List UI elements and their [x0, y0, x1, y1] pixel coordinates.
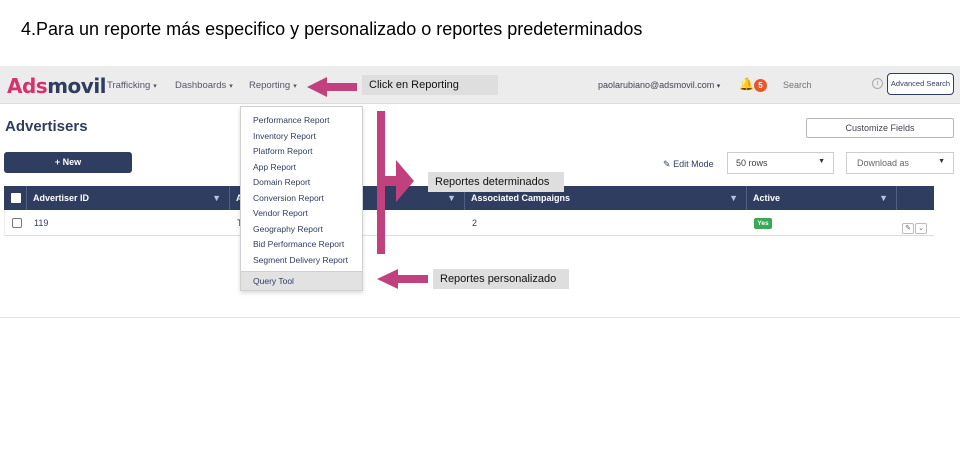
nav-dashboards-label: Dashboards	[175, 80, 227, 91]
cell-associated-campaigns: 2	[472, 218, 478, 228]
menu-item-segment-delivery-report[interactable]: Segment Delivery Report	[253, 255, 348, 265]
edit-icon[interactable]: ✎	[902, 223, 914, 234]
filter-icon[interactable]: ▼	[729, 186, 738, 210]
menu-item-geography-report[interactable]: Geography Report	[253, 224, 323, 234]
download-select-value: Download as	[857, 158, 910, 168]
nav-reporting[interactable]: Reporting ▾	[249, 80, 297, 91]
cell-advertiser-id[interactable]: 119	[28, 210, 48, 236]
menu-item-platform-report[interactable]: Platform Report	[253, 146, 313, 156]
bell-icon[interactable]: 🔔	[739, 77, 754, 91]
caret-down-icon: ▼	[938, 158, 945, 165]
filter-icon[interactable]: ▼	[212, 186, 221, 210]
column-advertiser-id[interactable]: Advertiser ID ▼	[27, 186, 230, 210]
pencil-icon: ✎	[663, 159, 671, 169]
menu-item-query-tool[interactable]: Query Tool	[241, 272, 362, 290]
nav-dashboards[interactable]: Dashboards ▾	[175, 80, 233, 91]
menu-item-bid-performance-report[interactable]: Bid Performance Report	[253, 239, 344, 249]
rows-select-value: 50 rows	[736, 158, 768, 168]
row-checkbox[interactable]	[12, 218, 22, 228]
reporting-dropdown-menu: Performance Report Inventory Report Plat…	[240, 106, 363, 291]
row-actions: ✎ ⌄	[902, 217, 928, 235]
caret-down-icon: ▾	[229, 83, 233, 90]
nav-reporting-label: Reporting	[249, 80, 291, 91]
active-status-badge: Yes	[754, 218, 772, 229]
logo-part-ads: Ads	[7, 74, 48, 98]
filter-icon[interactable]: ▼	[879, 186, 888, 210]
caret-down-icon: ▾	[716, 83, 721, 90]
table-row[interactable]: 119 T 2 Yes ✎⌄	[4, 210, 934, 236]
new-button[interactable]: + New	[4, 152, 132, 173]
menu-item-vendor-report[interactable]: Vendor Report	[253, 208, 308, 218]
user-email: paolarubiano@adsmovil.com	[598, 80, 715, 90]
customize-fields-button[interactable]: Customize Fields	[806, 118, 954, 138]
download-as-select[interactable]: Download as ▼	[846, 152, 954, 174]
adsmovil-logo[interactable]: Adsmovil	[7, 74, 107, 98]
menu-item-performance-report[interactable]: Performance Report	[253, 115, 330, 125]
page-title: Advertisers	[5, 118, 88, 135]
select-all-cell	[4, 186, 27, 210]
notification-badge: 5	[754, 79, 767, 92]
info-icon[interactable]: i	[872, 78, 883, 89]
logo-part-movil: movil	[47, 74, 107, 98]
edit-mode-button[interactable]: ✎ Edit Mode	[663, 159, 714, 170]
slide-title: 4.Para un reporte más especifico y perso…	[21, 19, 643, 39]
menu-item-app-report[interactable]: App Report	[253, 162, 296, 172]
user-menu[interactable]: paolarubiano@adsmovil.com ▾	[598, 80, 720, 90]
search-input[interactable]	[779, 75, 879, 95]
edit-mode-label: Edit Mode	[673, 159, 714, 169]
column-active[interactable]: Active ▼	[747, 186, 897, 210]
nav-trafficking[interactable]: Trafficking ▾	[107, 80, 157, 91]
caret-down-icon: ▼	[818, 158, 825, 165]
nav-trafficking-label: Trafficking	[107, 80, 151, 91]
page-divider	[0, 317, 960, 318]
chevron-down-icon[interactable]: ⌄	[915, 223, 927, 234]
callout-click-reporting: Click en Reporting	[362, 75, 498, 95]
column-label: Advertiser ID	[33, 193, 90, 203]
column-label: Active	[753, 193, 781, 203]
advanced-search-button[interactable]: Advanced Search	[887, 73, 954, 95]
callout-predetermined-reports: Reportes determinados	[428, 172, 564, 192]
caret-down-icon: ▾	[153, 83, 157, 90]
select-all-checkbox[interactable]	[11, 193, 21, 203]
menu-item-inventory-report[interactable]: Inventory Report	[253, 131, 316, 141]
caret-down-icon: ▾	[293, 83, 297, 90]
rows-per-page-select[interactable]: 50 rows ▼	[727, 152, 834, 174]
menu-item-conversion-report[interactable]: Conversion Report	[253, 193, 324, 203]
column-label: Associated Campaigns	[471, 193, 571, 203]
callout-custom-reports: Reportes personalizado	[433, 269, 569, 289]
menu-item-domain-report[interactable]: Domain Report	[253, 177, 310, 187]
